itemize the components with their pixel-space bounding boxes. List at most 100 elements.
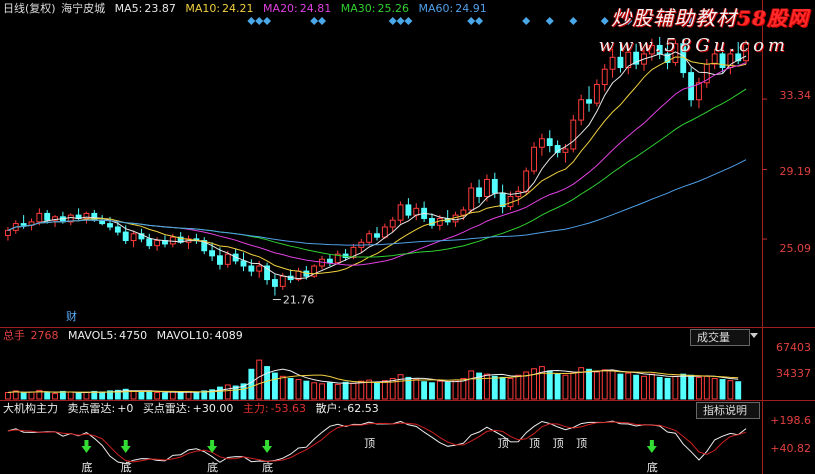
volume-bar bbox=[499, 376, 506, 400]
candle-body bbox=[44, 212, 51, 221]
volume-bar bbox=[20, 392, 27, 400]
ma-lines bbox=[7, 51, 747, 280]
sell-radar-value: +0 bbox=[117, 402, 134, 415]
volume-bar bbox=[421, 381, 428, 400]
volume-bar bbox=[154, 392, 161, 400]
volume-bar bbox=[342, 381, 349, 400]
indicator-help-button[interactable]: 指标说明 bbox=[696, 402, 760, 419]
signal-diamond-icon bbox=[263, 17, 272, 25]
stock-name: 海宁皮城 bbox=[61, 2, 106, 15]
candle-body bbox=[562, 148, 569, 153]
buy-radar-label: 买点雷达: bbox=[142, 402, 191, 415]
main-force-line bbox=[7, 420, 747, 465]
candle-body bbox=[696, 82, 702, 101]
signal-diamond-icon bbox=[318, 17, 327, 25]
volume-bar bbox=[169, 391, 176, 400]
ma5-value: 23.87 bbox=[144, 2, 176, 15]
volume-bar bbox=[515, 374, 522, 400]
candle-body bbox=[617, 56, 624, 69]
buy-radar-value: +30.00 bbox=[192, 402, 234, 415]
candle-body bbox=[381, 226, 388, 238]
volume-bar bbox=[374, 382, 380, 400]
candle-body bbox=[484, 178, 490, 197]
candle-body bbox=[476, 187, 483, 197]
ma10-label: MA10: bbox=[185, 2, 221, 15]
volume-bar bbox=[75, 392, 82, 400]
price-axis-label-3: 25.09 bbox=[779, 242, 812, 255]
volume-bar bbox=[138, 391, 145, 400]
signal-diamond-icon bbox=[475, 17, 484, 25]
volume-bar bbox=[99, 391, 106, 400]
volume-bar bbox=[59, 390, 66, 400]
volume-bar bbox=[397, 374, 404, 400]
volume-bar bbox=[444, 381, 451, 400]
mavol5-label: MAVOL5: bbox=[68, 329, 118, 342]
signal-diamond-icon bbox=[310, 17, 319, 25]
watermark-text: 炒股辅助教材 bbox=[611, 6, 738, 30]
signal-diamond-icon bbox=[255, 17, 264, 25]
volume-bar bbox=[334, 383, 341, 400]
volume-bar bbox=[326, 382, 333, 400]
candle-body bbox=[271, 279, 278, 287]
signal-diamond-icon bbox=[396, 17, 405, 25]
chevron-down-icon[interactable] bbox=[750, 333, 758, 338]
candle-body bbox=[374, 233, 380, 238]
volume-bar bbox=[83, 392, 90, 400]
candle-body bbox=[107, 223, 113, 228]
candle-body bbox=[209, 250, 216, 257]
candle-body bbox=[279, 275, 286, 287]
retail-value: -62.53 bbox=[343, 402, 379, 415]
candle-body bbox=[491, 178, 498, 194]
volume-bars bbox=[4, 359, 742, 400]
volume-bar bbox=[271, 372, 278, 400]
ma10-line bbox=[7, 56, 747, 275]
top-signal-label: 顶 bbox=[576, 437, 587, 450]
top-signal-label: 顶 bbox=[553, 437, 564, 450]
watermark: 炒股辅助教材58股网 www.58Gu.com bbox=[599, 2, 809, 56]
volume-bar bbox=[303, 380, 310, 400]
candle-body bbox=[256, 265, 263, 272]
volume-bar bbox=[413, 379, 420, 400]
candle-body bbox=[36, 212, 43, 223]
ma60-value: 24.91 bbox=[455, 2, 487, 15]
indicator-legend: 大机构主力 卖点雷达: +0 买点雷达: +30.00 主力: -53.63 散户: -… bbox=[3, 402, 385, 416]
volume-bar bbox=[507, 377, 514, 400]
candle-body bbox=[578, 99, 585, 121]
price-axis-label-1: 33.34 bbox=[779, 89, 812, 102]
indicator-help-label: 指标说明 bbox=[703, 404, 747, 417]
indicator-axis-label-1: +198.6 bbox=[770, 414, 811, 427]
volume-bar bbox=[350, 382, 357, 400]
volume-bar bbox=[452, 379, 459, 400]
volume-bar bbox=[279, 375, 286, 400]
finance-flag[interactable]: 财 bbox=[66, 308, 77, 324]
volume-bar bbox=[146, 390, 153, 400]
volume-bar bbox=[193, 391, 200, 400]
price-axis-label-2: 29.19 bbox=[779, 165, 812, 178]
candle-body bbox=[586, 99, 592, 104]
signal-diamond-icon bbox=[569, 17, 578, 25]
volume-bar bbox=[67, 391, 74, 400]
volume-bar bbox=[601, 369, 608, 400]
signal-diamond-icon bbox=[545, 17, 554, 25]
candle-body bbox=[122, 231, 129, 242]
volume-bar bbox=[224, 384, 231, 400]
candle-body bbox=[130, 233, 137, 242]
volume-bar bbox=[641, 375, 647, 400]
volume-bar bbox=[680, 373, 687, 400]
volume-total: 2768 bbox=[30, 329, 59, 342]
main-force-value: -53.63 bbox=[270, 402, 307, 415]
volume-indicator-button[interactable]: 成交量 bbox=[690, 329, 750, 346]
candle-body bbox=[397, 204, 404, 221]
candle-body bbox=[169, 236, 176, 245]
candle-body bbox=[609, 56, 616, 70]
volume-bar bbox=[177, 392, 184, 400]
candle-body bbox=[546, 138, 553, 147]
volume-bar bbox=[4, 392, 11, 400]
candle-body bbox=[538, 138, 545, 148]
volume-bar bbox=[719, 379, 726, 400]
volume-bar bbox=[625, 372, 632, 400]
ma10-value: 24.21 bbox=[222, 2, 254, 15]
volume-bar bbox=[711, 377, 718, 400]
volume-bar bbox=[648, 373, 655, 400]
candle-body bbox=[593, 83, 600, 104]
